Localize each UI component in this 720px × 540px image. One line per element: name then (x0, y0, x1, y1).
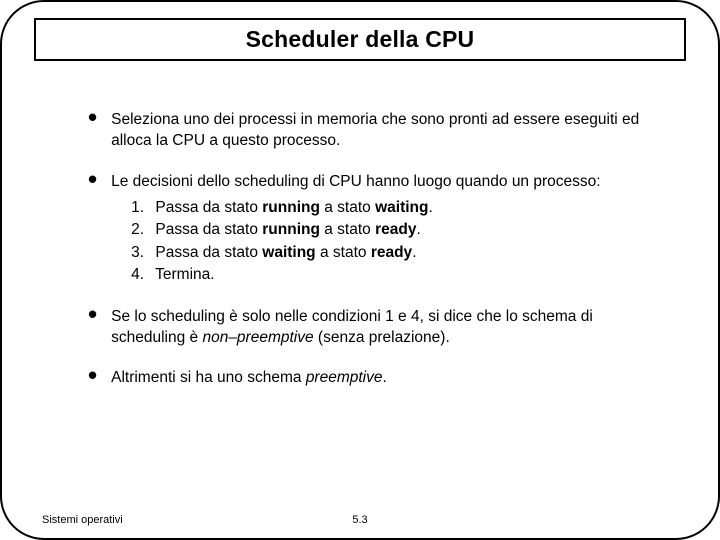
sublist-item: 2. Passa da stato running a stato ready. (131, 219, 600, 241)
text-part: . (429, 199, 433, 216)
text-part: Termina. (155, 266, 214, 283)
bullet-item: • Se lo scheduling è solo nelle condizio… (88, 307, 664, 349)
text-part: Passa da stato (155, 221, 262, 238)
bold-term: ready (371, 244, 412, 261)
bullet-dot-icon: • (88, 172, 97, 186)
sublist-item: 1. Passa da stato running a stato waitin… (131, 197, 600, 219)
slide-frame: Scheduler della CPU • Seleziona uno dei … (0, 0, 720, 540)
text-part: Passa da stato (155, 199, 262, 216)
text-part: . (383, 369, 387, 386)
bullet-dot-icon: • (88, 110, 97, 124)
text-part: . (412, 244, 416, 261)
bold-term: ready (375, 221, 416, 238)
sublist-number: 3. (131, 242, 151, 264)
bullet-item: • Le decisioni dello scheduling di CPU h… (88, 172, 664, 287)
text-part: a stato (320, 221, 375, 238)
title-box: Scheduler della CPU (34, 18, 686, 61)
sublist-item: 4. Termina. (131, 264, 600, 286)
text-part: a stato (316, 244, 371, 261)
text-part: Altrimenti si ha uno schema (111, 369, 306, 386)
bullet-item: • Seleziona uno dei processi in memoria … (88, 110, 664, 152)
text-part: a stato (320, 199, 375, 216)
footer-left-text: Sistemi operativi (42, 514, 123, 526)
italic-term: non–preemptive (202, 329, 313, 346)
bullet-text: Se lo scheduling è solo nelle condizioni… (111, 307, 664, 349)
title-container: Scheduler della CPU (34, 18, 686, 61)
slide-footer: Sistemi operativi 5.3 (42, 514, 678, 526)
bold-term: running (262, 199, 320, 216)
text-part: Passa da stato (155, 244, 262, 261)
bullet-text: Le decisioni dello scheduling di CPU han… (111, 172, 600, 287)
italic-term: preemptive (306, 369, 383, 386)
bullet-dot-icon: • (88, 307, 97, 321)
sublist-number: 4. (131, 264, 151, 286)
bullet-item: • Altrimenti si ha uno schema preemptive… (88, 368, 664, 389)
bullet-text: Altrimenti si ha uno schema preemptive. (111, 368, 387, 389)
bullet-intro: Le decisioni dello scheduling di CPU han… (111, 173, 600, 190)
footer-page-number: 5.3 (352, 514, 367, 526)
slide-title: Scheduler della CPU (36, 26, 684, 53)
text-part: (senza prelazione). (314, 329, 450, 346)
bold-term: running (262, 221, 320, 238)
sublist-item: 3. Passa da stato waiting a stato ready. (131, 242, 600, 264)
bold-term: waiting (375, 199, 428, 216)
sublist-number: 1. (131, 197, 151, 219)
bullet-text: Seleziona uno dei processi in memoria ch… (111, 110, 664, 152)
content-area: • Seleziona uno dei processi in memoria … (88, 110, 664, 409)
bold-term: waiting (262, 244, 315, 261)
text-part: . (416, 221, 420, 238)
bullet-dot-icon: • (88, 368, 97, 382)
numbered-sublist: 1. Passa da stato running a stato waitin… (111, 197, 600, 287)
sublist-number: 2. (131, 219, 151, 241)
